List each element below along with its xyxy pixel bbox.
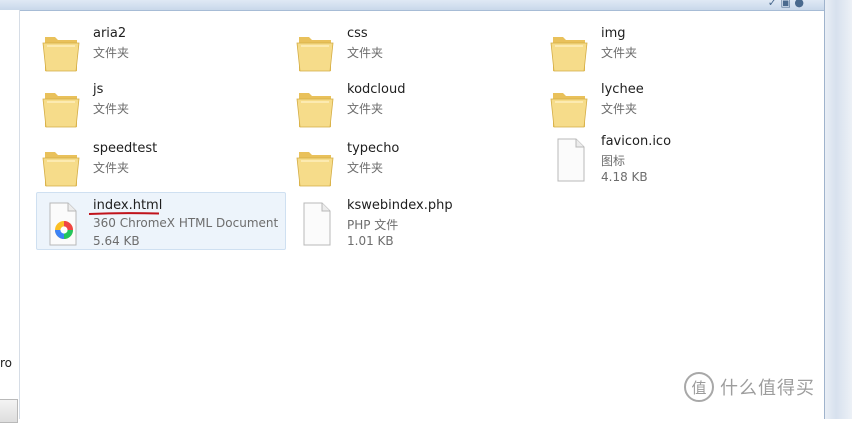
folder-icon bbox=[42, 93, 80, 128]
item-name: css bbox=[347, 26, 368, 41]
item-name: speedtest bbox=[93, 141, 158, 156]
window-top-strip: ✓ ▣ ● bbox=[0, 0, 832, 11]
item-size: 1.01 KB bbox=[347, 234, 394, 248]
item-name: kswebindex.php bbox=[347, 198, 453, 213]
item-name: lychee bbox=[601, 82, 644, 97]
folder-icon bbox=[296, 93, 334, 128]
item-type: PHP 文件 bbox=[347, 218, 399, 232]
file-icon bbox=[303, 202, 331, 246]
item-type: 文件夹 bbox=[93, 102, 130, 116]
item-name: typecho bbox=[347, 141, 400, 156]
item-type: 文件夹 bbox=[601, 102, 638, 116]
folder-icon bbox=[296, 37, 334, 72]
toolbar-icons[interactable]: ✓ ▣ ● bbox=[768, 0, 804, 9]
item-size: 4.18 KB bbox=[601, 170, 648, 184]
file-item-kswebindex-php[interactable]: kswebindex.php PHP 文件 1.01 KB bbox=[290, 192, 540, 250]
item-type: 文件夹 bbox=[347, 102, 384, 116]
item-name: kodcloud bbox=[347, 82, 406, 97]
item-type: 文件夹 bbox=[601, 46, 638, 60]
item-name: favicon.ico bbox=[601, 134, 672, 149]
folder-icon bbox=[550, 93, 588, 128]
folder-icon bbox=[296, 152, 334, 187]
file-item-img[interactable]: img 文件夹 bbox=[544, 20, 794, 78]
navigation-pane[interactable]: ro bbox=[0, 10, 20, 423]
file-item-index-html[interactable]: index.html 360 ChromeX HTML Document 5.6… bbox=[36, 192, 286, 250]
item-type: 360 ChromeX HTML Document bbox=[93, 216, 279, 230]
item-type: 图标 bbox=[601, 154, 626, 168]
file-item-typecho[interactable]: typecho 文件夹 bbox=[290, 135, 540, 193]
nav-item-partial-label[interactable]: ro bbox=[0, 356, 12, 370]
item-type: 文件夹 bbox=[93, 46, 130, 60]
item-size: 5.64 KB bbox=[93, 234, 140, 248]
file-item-lychee[interactable]: lychee 文件夹 bbox=[544, 76, 794, 134]
file-icon bbox=[557, 138, 585, 182]
watermark-logo-icon: 值 bbox=[684, 372, 714, 402]
item-name: index.html bbox=[93, 198, 163, 213]
window-right-border bbox=[824, 0, 852, 419]
file-item-aria2[interactable]: aria2 文件夹 bbox=[36, 20, 286, 78]
smzdm-watermark: 值 什么值得买 bbox=[684, 372, 815, 402]
folder-icon bbox=[550, 37, 588, 72]
file-item-js[interactable]: js 文件夹 bbox=[36, 76, 286, 134]
file-item-favicon[interactable]: favicon.ico 图标 4.18 KB bbox=[544, 128, 794, 186]
item-name: aria2 bbox=[93, 26, 127, 41]
folder-icon bbox=[42, 37, 80, 72]
item-type: 文件夹 bbox=[347, 46, 384, 60]
folder-icon bbox=[42, 152, 80, 187]
item-type: 文件夹 bbox=[347, 161, 384, 175]
nav-pane-button[interactable] bbox=[0, 399, 18, 423]
html-document-icon bbox=[49, 202, 77, 246]
watermark-text: 什么值得买 bbox=[720, 378, 815, 399]
item-name: img bbox=[601, 26, 626, 41]
item-type: 文件夹 bbox=[93, 161, 130, 175]
red-annotation-underline bbox=[89, 212, 159, 215]
file-item-css[interactable]: css 文件夹 bbox=[290, 20, 540, 78]
item-name: js bbox=[93, 82, 104, 97]
file-item-speedtest[interactable]: speedtest 文件夹 bbox=[36, 135, 286, 193]
file-item-kodcloud[interactable]: kodcloud 文件夹 bbox=[290, 76, 540, 134]
